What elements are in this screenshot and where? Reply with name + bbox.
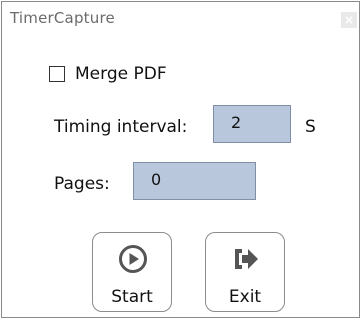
merge-pdf-checkbox[interactable] [49,66,65,82]
exit-icon [235,249,258,269]
pages-label: Pages: [54,174,110,194]
timing-interval-label: Timing interval: [54,117,188,137]
pages-input[interactable]: 0 [133,162,256,200]
merge-pdf-label: Merge PDF [75,64,167,84]
timing-interval-value: 2 [231,113,242,132]
timing-interval-input[interactable]: 2 [213,105,291,143]
start-button[interactable]: Start [92,232,172,312]
window-title: TimerCapture [10,9,115,27]
close-icon[interactable]: × [341,12,357,28]
exit-button-label: Exit [228,287,262,307]
play-icon [119,245,147,273]
merge-pdf-option[interactable]: Merge PDF [49,64,167,84]
exit-button[interactable]: Exit [205,232,285,312]
start-button-label: Start [111,287,153,307]
title-bar[interactable]: TimerCapture × [2,2,359,34]
interval-unit: S [305,117,316,137]
app-window: TimerCapture × Merge PDF Timing interval… [1,1,360,318]
pages-value: 0 [151,170,162,189]
